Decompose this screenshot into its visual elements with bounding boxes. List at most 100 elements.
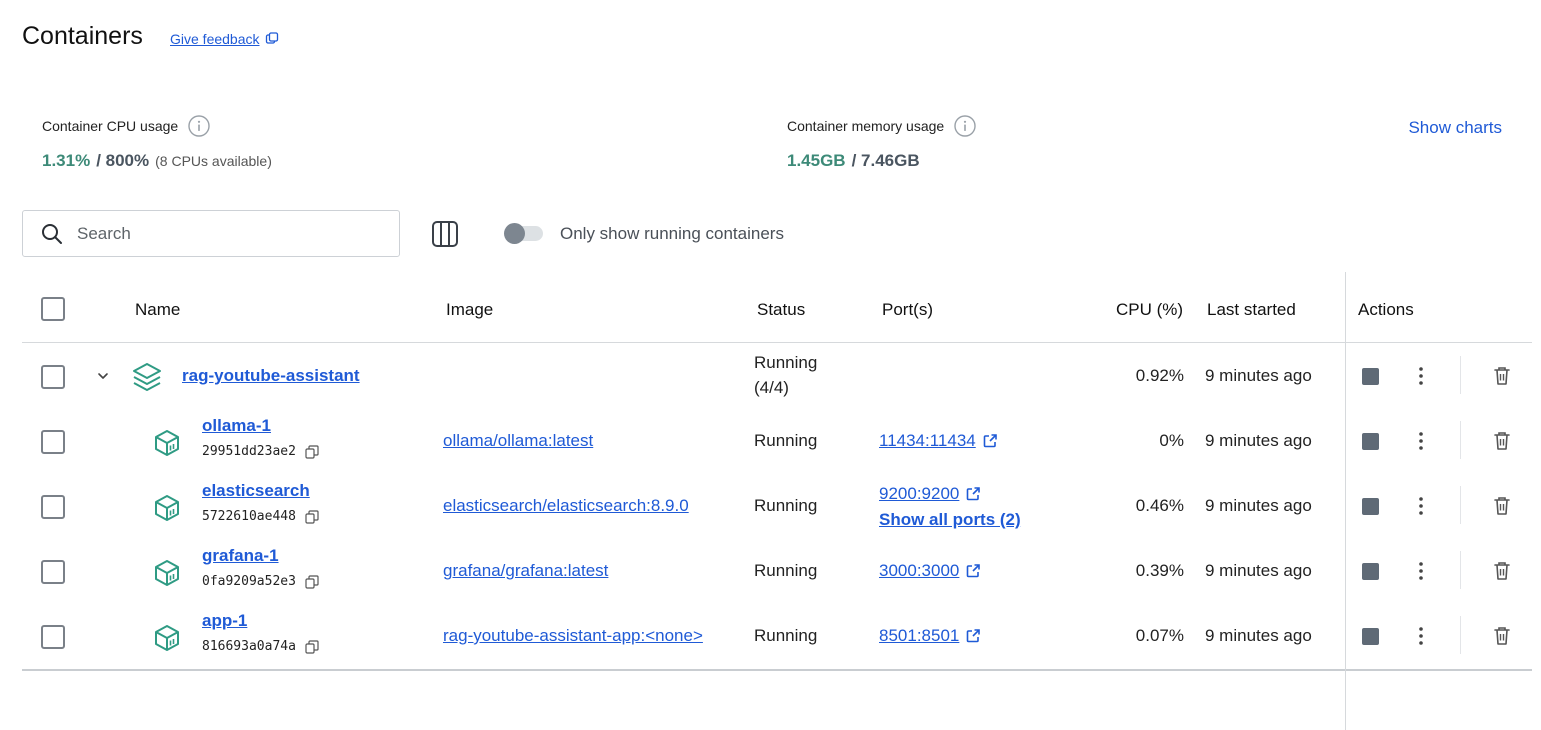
image-link[interactable]: elasticsearch/elasticsearch:8.9.0 [443, 496, 689, 516]
cpu-usage-stat: Container CPU usage 1.31% / 800% (8 CPUs… [42, 115, 272, 171]
memory-usage-stat: Container memory usage 1.45GB / 7.46GB [787, 115, 976, 171]
trash-icon[interactable] [1492, 365, 1512, 387]
search-box[interactable] [22, 210, 400, 257]
columns-icon[interactable] [431, 220, 459, 248]
memory-usage-label: Container memory usage [787, 118, 945, 134]
copy-icon[interactable] [305, 574, 319, 589]
container-cube-icon [155, 430, 179, 456]
show-all-ports-link[interactable]: Show all ports (2) [879, 510, 1021, 530]
group-cpu: 0.92% [1135, 366, 1184, 385]
container-cube-icon [155, 560, 179, 586]
toggle-knob [504, 223, 525, 244]
external-window-icon [265, 32, 278, 44]
container-status: Running [754, 431, 818, 450]
give-feedback-label: Give feedback [170, 31, 260, 47]
group-status-line1: Running [754, 353, 818, 372]
cpu-used-value: 1.31% [42, 151, 91, 170]
container-name-link[interactable]: elasticsearch [202, 481, 310, 501]
action-divider [1460, 616, 1461, 654]
port-link[interactable]: 9200:9200 [879, 484, 981, 504]
table-row[interactable]: elasticsearch 5722610ae448 elasticsearch… [22, 473, 1532, 538]
trash-icon[interactable] [1492, 560, 1512, 582]
copy-icon[interactable] [305, 444, 319, 459]
info-icon[interactable] [188, 115, 210, 137]
group-name-link[interactable]: rag-youtube-assistant [182, 366, 360, 386]
kebab-menu-icon[interactable] [1411, 430, 1431, 452]
container-name-link[interactable]: ollama-1 [202, 416, 271, 436]
trash-icon[interactable] [1492, 625, 1512, 647]
table-row-group[interactable]: rag-youtube-assistant Running (4/4) 0.92… [22, 343, 1532, 408]
row-checkbox[interactable] [41, 560, 65, 584]
port-link-text: 11434:11434 [879, 431, 976, 450]
search-input[interactable] [77, 223, 357, 244]
container-id-text: 29951dd23ae2 [202, 444, 296, 459]
container-name-link[interactable]: app-1 [202, 611, 247, 631]
column-header-ports[interactable]: Port(s) [882, 300, 933, 320]
stop-icon[interactable] [1362, 628, 1379, 645]
trash-icon[interactable] [1492, 430, 1512, 452]
port-link[interactable]: 8501:8501 [879, 626, 981, 646]
copy-icon[interactable] [305, 639, 319, 654]
select-all-checkbox[interactable] [41, 297, 65, 321]
memory-used-value: 1.45GB [787, 151, 846, 170]
column-header-cpu[interactable]: CPU (%) [1116, 300, 1183, 320]
table-body: rag-youtube-assistant Running (4/4) 0.92… [22, 343, 1532, 671]
row-checkbox[interactable] [41, 365, 65, 389]
port-link[interactable]: 11434:11434 [879, 431, 998, 451]
container-id: 29951dd23ae2 [202, 444, 319, 459]
show-charts-button[interactable]: Show charts [1408, 118, 1502, 138]
container-id-text: 5722610ae448 [202, 509, 296, 524]
external-link-icon [967, 629, 981, 643]
table-row[interactable]: grafana-1 0fa9209a52e3 grafana/grafana:l… [22, 538, 1532, 603]
column-header-last-started[interactable]: Last started [1207, 300, 1296, 320]
row-checkbox[interactable] [41, 430, 65, 454]
column-header-image[interactable]: Image [446, 300, 493, 320]
table-row[interactable]: app-1 816693a0a74a rag-youtube-assistant… [22, 603, 1532, 668]
cpu-available-note: (8 CPUs available) [155, 153, 272, 169]
cpu-usage-label: Container CPU usage [42, 118, 179, 134]
column-header-name[interactable]: Name [135, 300, 180, 320]
row-checkbox[interactable] [41, 625, 65, 649]
container-cpu: 0.46% [1135, 496, 1184, 515]
container-id-text: 816693a0a74a [202, 639, 296, 654]
image-link[interactable]: grafana/grafana:latest [443, 561, 608, 581]
container-cpu: 0.39% [1135, 561, 1184, 580]
stop-icon[interactable] [1362, 368, 1379, 385]
info-icon[interactable] [954, 115, 976, 137]
column-header-status[interactable]: Status [757, 300, 805, 320]
kebab-menu-icon[interactable] [1411, 365, 1431, 387]
row-checkbox[interactable] [41, 495, 65, 519]
container-id-text: 0fa9209a52e3 [202, 574, 296, 589]
page-title: Containers [22, 22, 143, 50]
image-link[interactable]: ollama/ollama:latest [443, 431, 593, 451]
container-cube-icon [155, 495, 179, 521]
stop-icon[interactable] [1362, 498, 1379, 515]
chevron-down-icon[interactable] [95, 368, 111, 384]
container-status: Running [754, 496, 818, 515]
image-link[interactable]: rag-youtube-assistant-app:<none> [443, 626, 703, 646]
container-name-link[interactable]: grafana-1 [202, 546, 279, 566]
only-running-toggle[interactable] [504, 223, 543, 244]
kebab-menu-icon[interactable] [1411, 625, 1431, 647]
stack-icon [133, 363, 161, 391]
only-running-label: Only show running containers [560, 224, 784, 243]
container-id: 5722610ae448 [202, 509, 319, 524]
container-cpu: 0.07% [1135, 626, 1184, 645]
container-id: 816693a0a74a [202, 639, 319, 654]
container-cube-icon [155, 625, 179, 651]
kebab-menu-icon[interactable] [1411, 560, 1431, 582]
search-icon [42, 223, 62, 244]
container-last-started: 9 minutes ago [1205, 431, 1312, 450]
give-feedback-link[interactable]: Give feedback [170, 31, 279, 47]
table-header: Name Image Status Port(s) CPU (%) Last s… [22, 272, 1532, 343]
table-row[interactable]: ollama-1 29951dd23ae2 ollama/ollama:late… [22, 408, 1532, 473]
container-id: 0fa9209a52e3 [202, 574, 319, 589]
kebab-menu-icon[interactable] [1411, 495, 1431, 517]
stop-icon[interactable] [1362, 433, 1379, 450]
stop-icon[interactable] [1362, 563, 1379, 580]
port-link[interactable]: 3000:3000 [879, 561, 981, 581]
copy-icon[interactable] [305, 509, 319, 524]
trash-icon[interactable] [1492, 495, 1512, 517]
container-cpu: 0% [1159, 431, 1184, 450]
containers-table: Name Image Status Port(s) CPU (%) Last s… [22, 272, 1532, 730]
